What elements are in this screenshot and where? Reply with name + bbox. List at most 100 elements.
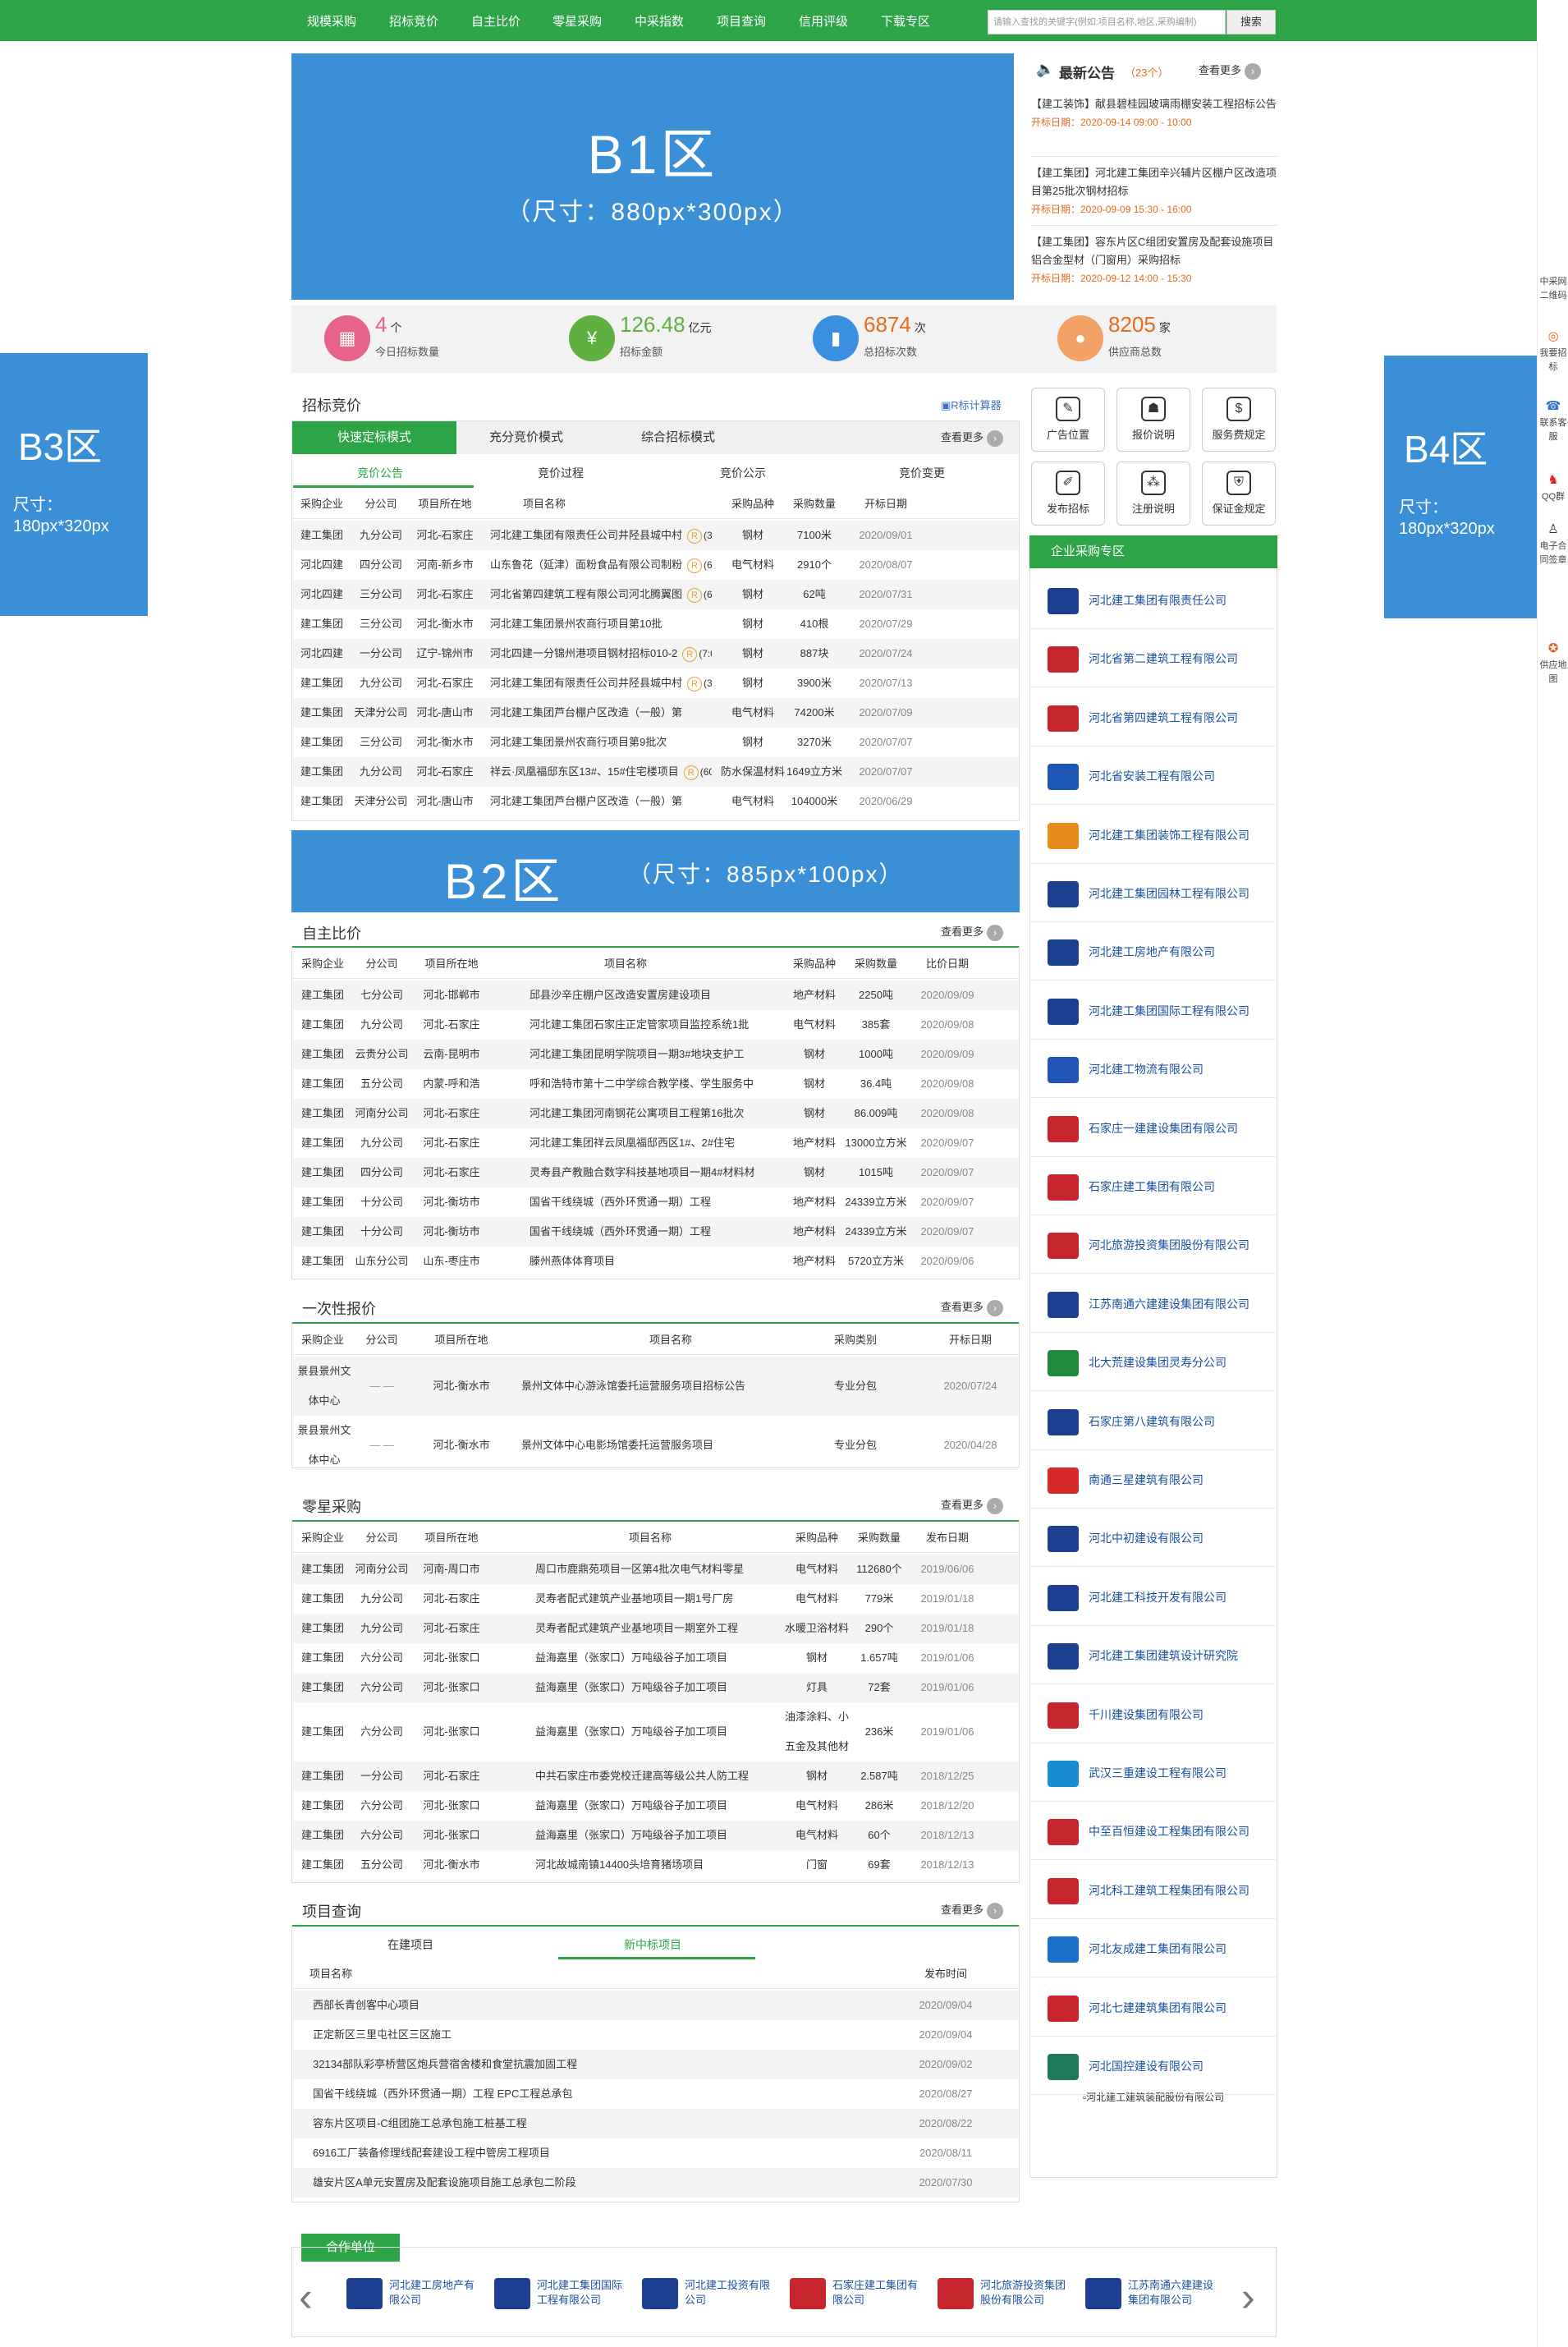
- company-row[interactable]: 中至百恒建设工程集团有限公司: [1029, 1803, 1276, 1861]
- company-row[interactable]: 河北旅游投资集团股份有限公司: [1029, 1216, 1276, 1275]
- qq-button[interactable]: ♞ QQ群: [1538, 472, 1568, 504]
- table-row[interactable]: 建工集团 六分公司 河北-张家口 益海嘉里（张家口）万吨级谷子加工项目 钢材 1.657吨…: [293, 1643, 1019, 1673]
- company-row[interactable]: 石家庄第八建筑有限公司: [1029, 1393, 1276, 1450]
- subtab-change[interactable]: 竞价变更: [899, 465, 945, 481]
- partner-item[interactable]: 河北建工集团国际工程有限公司: [494, 2273, 634, 2314]
- table-row[interactable]: 建工集团 河南分公司 河北-石家庄 河北建工集团河南钢花公寓项目工程第16批次 钢材 86…: [293, 1099, 1019, 1128]
- nav-item[interactable]: 自主比价: [471, 0, 520, 41]
- company-row[interactable]: 河北省第四建筑工程有限公司: [1029, 689, 1276, 746]
- table-row[interactable]: 建工集团 九分公司 河北-石家庄 河北建工集团有限责任公司井陉县城中村 R(30:0) 钢…: [293, 668, 1019, 698]
- calculator-link[interactable]: ▣R标计算器: [941, 397, 1002, 412]
- ad-b2[interactable]: B2区 （尺寸：885px*100px）: [291, 830, 1020, 912]
- news-item[interactable]: 【建工装饰】献县碧桂园玻璃雨棚安装工程招标公告 开标日期：2020-09-14 …: [1031, 95, 1277, 131]
- company-row[interactable]: 河北建工物流有限公司: [1029, 1040, 1276, 1099]
- table-row[interactable]: 建工集团 九分公司 河北-石家庄 河北建工集团祥云凤凰福邸西区1#、2#住宅 地产材料 1…: [293, 1128, 1019, 1158]
- table-row[interactable]: 建工集团 七分公司 河北-邯郸市 邱县沙辛庄棚户区改造安置房建设项目 地产材料 2250吨…: [293, 981, 1019, 1010]
- table-row[interactable]: 建工集团 六分公司 河北-张家口 益海嘉里（张家口）万吨级谷子加工项目 电气材料 286米…: [293, 1791, 1019, 1821]
- table-row[interactable]: 建工集团 三分公司 河北-衡水市 河北建工集团景州农商行项目第9批次 钢材 3270米 20…: [293, 728, 1019, 757]
- nav-item[interactable]: 零星采购: [552, 0, 602, 41]
- subtab-process[interactable]: 竞价过程: [538, 465, 584, 481]
- company-row[interactable]: 河北科工建筑工程集团有限公司: [1029, 1862, 1276, 1919]
- table-row[interactable]: 建工集团 天津分公司 河北-唐山市 河北建工集团芦台棚户区改造（一般）第 电气材料 104…: [293, 787, 1019, 816]
- search-button[interactable]: 搜索: [1226, 10, 1276, 34]
- company-row[interactable]: 北大荒建设集团灵寿分公司: [1029, 1334, 1276, 1392]
- nav-item[interactable]: 下载专区: [881, 0, 930, 41]
- map-button[interactable]: ✪ 供应地图: [1538, 641, 1568, 687]
- company-row[interactable]: 武汉三重建设工程有限公司: [1029, 1744, 1276, 1802]
- table-row[interactable]: 国省干线绕城（西外环贯通一期）工程 EPC工程总承包 2020/08/27: [293, 2079, 1019, 2109]
- contract-button[interactable]: ♙ 电子合同签章: [1538, 521, 1568, 567]
- table-row[interactable]: 雄安片区A单元安置房及配套设施项目施工总承包二阶段 2020/07/30: [293, 2168, 1019, 2198]
- company-row[interactable]: 千川建设集团有限公司: [1029, 1686, 1276, 1743]
- company-row[interactable]: 河北建工集团园林工程有限公司: [1029, 865, 1276, 922]
- company-row[interactable]: 石家庄建工集团有限公司: [1029, 1158, 1276, 1215]
- table-row[interactable]: 建工集团 四分公司 河北-石家庄 灵寿县产教融合数字科技基地项目一期4#材料材 钢材 10…: [293, 1158, 1019, 1187]
- tab-full[interactable]: 充分竞价模式: [456, 421, 596, 454]
- subtab-notice[interactable]: 竞价公告: [357, 465, 403, 481]
- table-row[interactable]: 河北四建 四分公司 河南-新乡市 山东鲁花（延津）面粉食品有限公司制粉 R(60:0) 电…: [293, 550, 1019, 580]
- company-row[interactable]: 河北建工集团国际工程有限公司: [1029, 982, 1276, 1040]
- company-row[interactable]: 河北建工科技开发有限公司: [1029, 1568, 1276, 1626]
- ad-position-button[interactable]: ✎ 广告位置: [1031, 388, 1105, 452]
- subtab-publicity[interactable]: 竞价公示: [720, 465, 766, 481]
- retail-more[interactable]: 查看更多 ›: [941, 1496, 1004, 1514]
- nav-item[interactable]: 信用评级: [799, 0, 848, 41]
- bid-button[interactable]: ◎ 我要招标: [1538, 328, 1568, 374]
- partners-prev-button[interactable]: ‹: [299, 2276, 313, 2317]
- news-item[interactable]: 【建工集团】河北建工集团辛兴辅片区棚户区改造项目第25批次钢材招标 开标日期：2…: [1031, 164, 1277, 218]
- company-row[interactable]: 河北友成建工集团有限公司: [1029, 1920, 1276, 1978]
- ad-b4[interactable]: B4区 尺寸： 180px*320px: [1384, 356, 1537, 618]
- partners-next-button[interactable]: ›: [1241, 2276, 1255, 2317]
- tab-new-winning[interactable]: 新中标项目: [624, 1936, 681, 1953]
- register-info-button[interactable]: ⁂ 注册说明: [1116, 462, 1190, 526]
- bidding-more[interactable]: 查看更多 ›: [941, 429, 1004, 447]
- table-row[interactable]: 景县景州文体中心 — — 河北-衡水市 景州文体中心电影场馆委托运营服务项目 专业分包 2…: [293, 1416, 1019, 1475]
- table-row[interactable]: 西部长青创客中心项目 2020/09/04: [293, 1991, 1019, 2020]
- table-row[interactable]: 建工集团 天津分公司 河北-唐山市 河北建工集团芦台棚户区改造（一般）第 电气材料 742…: [293, 698, 1019, 728]
- company-row[interactable]: 江苏南通六建建设集团有限公司: [1029, 1275, 1276, 1333]
- company-row[interactable]: 河北建工集团建筑设计研究院: [1029, 1627, 1276, 1685]
- partner-item[interactable]: 河北旅游投资集团股份有限公司: [938, 2273, 1077, 2314]
- service-fee-button[interactable]: $ 服务费规定: [1202, 388, 1276, 452]
- nav-item[interactable]: 项目查询: [717, 0, 766, 41]
- table-row[interactable]: 河北四建 一分公司 辽宁-锦州市 河北四建一分锦州港项目钢材招标010-2 R(7:0)…: [293, 639, 1019, 668]
- quote-info-button[interactable]: ☗ 报价说明: [1116, 388, 1190, 452]
- table-row[interactable]: 景县景州文体中心 — — 河北-衡水市 景州文体中心游泳馆委托运营服务项目招标公告 专业…: [293, 1357, 1019, 1416]
- partner-item[interactable]: 河北建工房地产有限公司: [346, 2273, 486, 2314]
- table-row[interactable]: 6916工厂装备修理线配套建设工程中管房工程项目 2020/08/11: [293, 2138, 1019, 2168]
- company-row[interactable]: 河北七建建筑集团有限公司: [1029, 1979, 1276, 2037]
- table-row[interactable]: 建工集团 三分公司 河北-衡水市 河北建工集团景州农商行项目第10批 钢材 410根 202…: [293, 609, 1019, 639]
- company-row[interactable]: 河北建工房地产有限公司: [1029, 923, 1276, 981]
- table-row[interactable]: 建工集团 山东分公司 山东-枣庄市 滕州燕体体育项目 地产材料 5720立方米 2020/0…: [293, 1247, 1019, 1276]
- company-row[interactable]: 河北建工集团装饰工程有限公司: [1029, 806, 1276, 864]
- deposit-button[interactable]: ⛨ 保证金规定: [1202, 462, 1276, 526]
- company-row[interactable]: 石家庄一建建设集团有限公司: [1029, 1100, 1276, 1157]
- tab-building[interactable]: 在建项目: [387, 1936, 433, 1953]
- table-row[interactable]: 建工集团 十分公司 河北-衡坊市 国省干线绕城（西外环贯通一期）工程 地产材料 24339…: [293, 1187, 1019, 1217]
- table-row[interactable]: 建工集团 一分公司 河北-石家庄 中共石家庄市委党校迁建高等级公共人防工程 钢材 2.58…: [293, 1761, 1019, 1791]
- company-row[interactable]: 南通三星建筑有限公司: [1029, 1451, 1276, 1509]
- table-row[interactable]: 建工集团 十分公司 河北-衡坊市 国省干线绕城（西外环贯通一期）工程 地产材料 24339…: [293, 1217, 1019, 1247]
- table-row[interactable]: 建工集团 九分公司 河北-石家庄 祥云·凤凰福邸东区13#、15#住宅楼项目 R(60:…: [293, 757, 1019, 787]
- table-row[interactable]: 32134部队彩亭桥营区炮兵营宿舍楼和食堂抗震加固工程 2020/09/02: [293, 2050, 1019, 2079]
- onetime-more[interactable]: 查看更多 ›: [941, 1298, 1004, 1316]
- nav-item[interactable]: 中采指数: [635, 0, 684, 41]
- tab-comprehensive[interactable]: 综合招标模式: [596, 421, 760, 454]
- company-row[interactable]: 河北建工集团有限责任公司: [1029, 572, 1276, 629]
- table-row[interactable]: 建工集团 五分公司 河北-衡水市 河北故城南镇14400头培育猪场项目 门窗 69套 201…: [293, 1850, 1019, 1880]
- publish-bid-button[interactable]: ✐ 发布招标: [1031, 462, 1105, 526]
- search-input[interactable]: 请输入查找的关键字(例如:项目名称,地区,采购编制): [988, 10, 1226, 34]
- table-row[interactable]: 建工集团 九分公司 河北-石家庄 灵寿者配式建筑产业基地项目一期1号厂房 电气材料 779…: [293, 1584, 1019, 1614]
- ad-b1[interactable]: B1区 （尺寸：880px*300px）: [291, 53, 1014, 300]
- table-row[interactable]: 建工集团 河南分公司 河南-周口市 周口市鹿鼎苑项目一区第4批次电气材料零星 电气材料 1…: [293, 1555, 1019, 1584]
- table-row[interactable]: 建工集团 九分公司 河北-石家庄 河北建工集团石家庄正定管家项目监控系统1批 电气材料 3…: [293, 1010, 1019, 1040]
- table-row[interactable]: 建工集团 六分公司 河北-张家口 益海嘉里（张家口）万吨级谷子加工项目 电气材料 60个 2…: [293, 1821, 1019, 1850]
- news-item[interactable]: 【建工集团】容东片区C组团安置房及配套设施项目铝合金型材（门窗用）采购招标 开标…: [1031, 233, 1277, 287]
- partner-item[interactable]: 江苏南通六建建设集团有限公司: [1085, 2273, 1225, 2314]
- latest-news-more[interactable]: 查看更多 ›: [1199, 62, 1262, 80]
- qrcode-button[interactable]: 中采网二维码: [1538, 275, 1568, 303]
- ad-b3[interactable]: B3区 尺寸： 180px*320px: [0, 353, 148, 616]
- table-row[interactable]: 建工集团 九分公司 河北-石家庄 灵寿者配式建筑产业基地项目一期室外工程 水暖卫浴材料 2…: [293, 1614, 1019, 1643]
- table-row[interactable]: 河北四建 三分公司 河北-石家庄 河北省第四建筑工程有限公司河北腾翼图 R(60:0) 钢…: [293, 580, 1019, 609]
- company-row[interactable]: 河北省安装工程有限公司: [1029, 747, 1276, 806]
